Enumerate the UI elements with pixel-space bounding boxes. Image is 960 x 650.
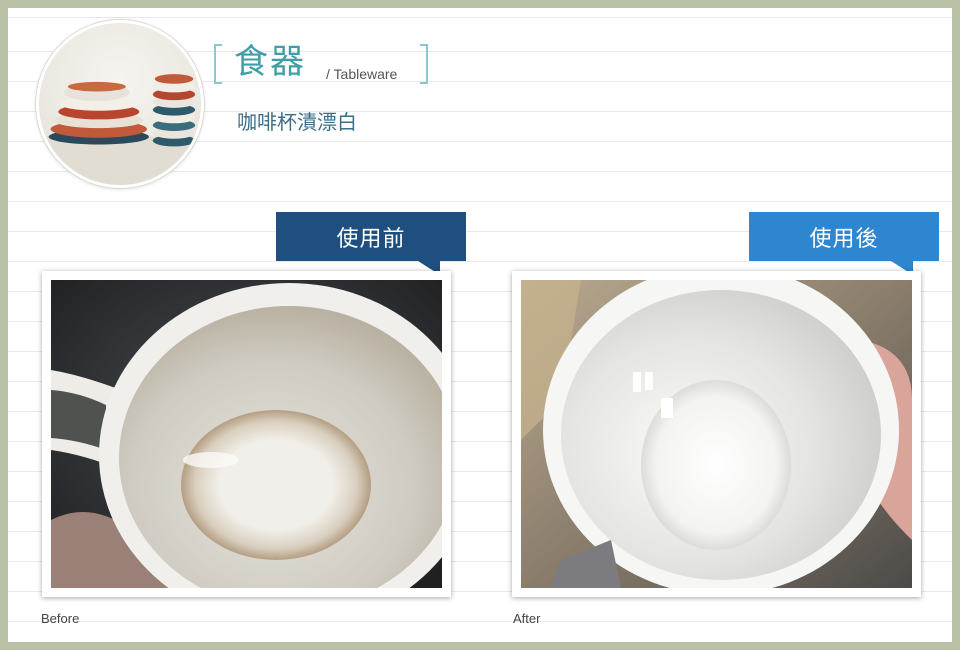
before-label-tab: 使用前 — [276, 212, 466, 275]
title-bracket-right — [420, 44, 428, 84]
tableware-photo — [36, 20, 204, 188]
after-caption: After — [513, 611, 541, 626]
after-label-text: 使用後 — [809, 226, 879, 252]
before-label-text: 使用前 — [336, 226, 406, 252]
category-title: 食器 — [234, 42, 306, 82]
before-photo — [51, 280, 442, 588]
after-photo-frame — [512, 271, 921, 597]
after-label-tab: 使用後 — [749, 212, 939, 275]
before-photo-frame — [42, 271, 451, 597]
content-card: 食器 / Tableware 咖啡杯漬漂白 使用前 使用後 Before Aft… — [8, 8, 952, 642]
page-subtitle: 咖啡杯漬漂白 — [237, 110, 357, 134]
before-caption: Before — [41, 611, 80, 626]
category-title-en: / Tableware — [326, 66, 398, 82]
title-bracket-left — [214, 44, 222, 84]
after-photo — [521, 280, 912, 588]
